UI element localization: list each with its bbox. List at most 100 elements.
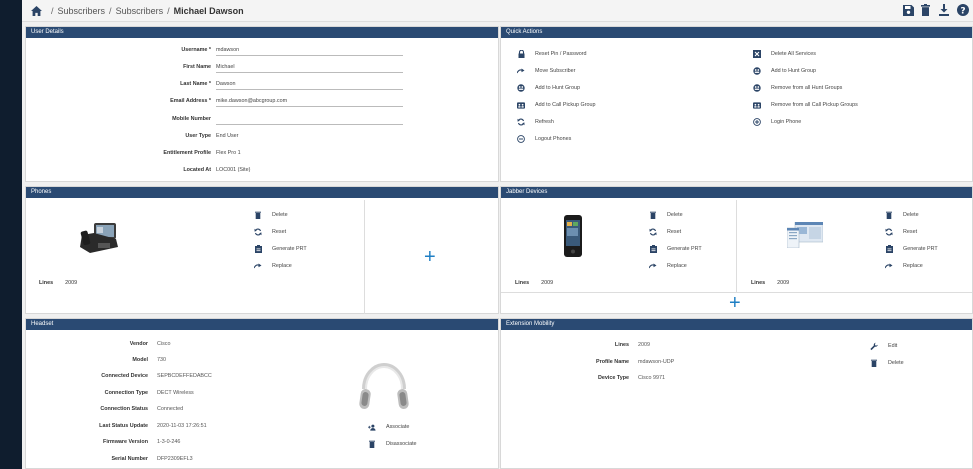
breadcrumb-separator: /	[109, 5, 112, 16]
jabber-2-reset-label: Reset	[903, 229, 918, 235]
delete-icon	[368, 440, 376, 448]
connected-device-label: Connected Device	[101, 373, 148, 379]
logout-phones-action[interactable]: Logout Phones	[517, 135, 571, 143]
delete-icon[interactable]	[921, 4, 932, 16]
jabber-1-generate-prt-action[interactable]: Generate PRT	[649, 245, 702, 253]
phone-delete-label: Delete	[272, 212, 288, 218]
jabber-1-reset-label: Reset	[667, 229, 682, 235]
wrench-icon	[870, 342, 878, 350]
breadcrumb-item-subscribers[interactable]: Subscribers	[58, 6, 106, 16]
user-type-label: User Type	[185, 133, 211, 139]
lock-icon	[517, 50, 525, 58]
jabber-2-generate-prt-action[interactable]: Generate PRT	[885, 245, 938, 253]
first-name-label: First Name	[183, 64, 211, 70]
remove-hunt-groups-action[interactable]: Remove from all Hunt Groups	[753, 84, 842, 92]
entitlement-label: Entitlement Profile	[163, 150, 211, 156]
login-phone-action[interactable]: Login Phone	[753, 118, 801, 126]
extension-mobility-title: Extension Mobility	[501, 319, 972, 330]
located-at-row: Located At LOC001 (Site)	[26, 165, 504, 177]
add-user-icon	[368, 423, 376, 431]
email-label: Email Address *	[170, 98, 211, 104]
phone-generate-prt-action[interactable]: Generate PRT	[254, 245, 307, 253]
delete-icon	[870, 359, 878, 367]
jabber-1-lines-label: Lines	[515, 280, 530, 286]
save-icon[interactable]	[903, 4, 914, 16]
download-icon[interactable]	[939, 4, 950, 16]
jabber-2-lines-value: 2009	[777, 280, 790, 286]
first-name-field[interactable]: Michael	[216, 64, 403, 73]
first-name-row: First Name Michael	[26, 62, 504, 74]
last-name-label: Last Name *	[180, 81, 211, 87]
breadcrumb-item-subscribers-2[interactable]: Subscribers	[116, 6, 164, 16]
em-delete-action[interactable]: Delete	[870, 359, 904, 367]
remove-pickup-groups-action[interactable]: Remove from all Call Pickup Groups	[753, 101, 858, 109]
delete-all-services-label: Delete All Services	[771, 51, 816, 57]
associate-action[interactable]: Associate	[368, 423, 409, 431]
last-name-row: Last Name * Dawson	[26, 79, 504, 91]
reset-pin-action[interactable]: Reset Pin / Password	[517, 50, 587, 58]
move-subscriber-action[interactable]: Move Subscriber	[517, 67, 575, 75]
delete-all-services-action[interactable]: Delete All Services	[753, 50, 816, 58]
mobile-label: Mobile Number	[172, 116, 211, 122]
jabber-devices-title: Jabber Devices	[501, 187, 972, 198]
refresh-icon	[649, 228, 657, 236]
phone-replace-label: Replace	[272, 263, 292, 269]
delete-icon	[254, 211, 262, 219]
home-icon[interactable]	[31, 5, 42, 16]
jabber-divider	[736, 200, 737, 292]
username-label: Username *	[181, 47, 211, 53]
jabber-1-replace-action[interactable]: Replace	[649, 262, 687, 270]
em-edit-action[interactable]: Edit	[870, 342, 897, 350]
jabber-2-delete-action[interactable]: Delete	[885, 211, 919, 219]
mobile-field[interactable]	[216, 116, 403, 125]
em-lines-value: 2009	[638, 342, 650, 348]
add-hunt-group-action[interactable]: Add to Hunt Group	[517, 84, 580, 92]
connection-type-label: Connection Type	[104, 390, 148, 396]
logout-phones-label: Logout Phones	[535, 136, 572, 142]
serial-number-label: Serial Number	[111, 456, 148, 462]
phone-generate-prt-label: Generate PRT	[272, 246, 307, 252]
jabber-2-lines-label: Lines	[751, 280, 766, 286]
jabber-2-reset-action[interactable]: Reset	[885, 228, 917, 236]
breadcrumb-separator: /	[167, 5, 170, 16]
jabber-2-replace-action[interactable]: Replace	[885, 262, 923, 270]
last-name-field[interactable]: Dawson	[216, 81, 403, 90]
app-window: / Subscribers / Subscribers / Michael Da…	[22, 0, 973, 469]
model-label: Model	[132, 357, 148, 363]
jabber-1-delete-action[interactable]: Delete	[649, 211, 683, 219]
vendor-label: Vendor	[129, 341, 148, 347]
jabber-desktop-image	[787, 222, 823, 248]
clipboard-icon	[649, 245, 657, 253]
jabber-1-reset-action[interactable]: Reset	[649, 228, 681, 236]
jabber-2-delete-label: Delete	[903, 212, 919, 218]
clipboard-icon	[254, 245, 262, 253]
jabber-1-replace-label: Replace	[667, 263, 687, 269]
hunt-group-icon	[517, 84, 525, 92]
user-type-value: End User	[216, 133, 239, 139]
firmware-version-label: Firmware Version	[103, 439, 148, 445]
add-pickup-group-action[interactable]: Add to Call Pickup Group	[517, 101, 596, 109]
add-jabber-device-button[interactable]: +	[729, 293, 741, 313]
jabber-2-lines: Lines 2009	[751, 280, 789, 286]
add-phone-button[interactable]: +	[424, 247, 436, 267]
located-at-value: LOC001 (Site)	[216, 167, 251, 173]
jabber-1-generate-prt-label: Generate PRT	[667, 246, 702, 252]
username-field[interactable]: mdawson	[216, 47, 403, 56]
phone-reset-label: Reset	[272, 229, 287, 235]
phone-reset-action[interactable]: Reset	[254, 228, 286, 236]
phone-replace-action[interactable]: Replace	[254, 262, 292, 270]
phone-delete-action[interactable]: Delete	[254, 211, 288, 219]
username-row: Username * mdawson	[26, 45, 504, 57]
breadcrumb-separator: /	[51, 5, 54, 16]
move-arrow-icon	[649, 262, 657, 270]
user-type-row: User Type End User	[26, 131, 504, 143]
refresh-action[interactable]: Refresh	[517, 118, 554, 126]
jabber-2-generate-prt-label: Generate PRT	[903, 246, 938, 252]
breadcrumb-current: Michael Dawson	[173, 5, 244, 16]
svg-text:?: ?	[960, 6, 965, 16]
help-icon[interactable]: ?	[957, 4, 969, 16]
email-field[interactable]: mike.dawson@abcgroup.com	[216, 98, 403, 107]
add-hunt-group-2-action[interactable]: Add to Hunt Group	[753, 67, 816, 75]
hunt-group-icon	[753, 84, 761, 92]
disassociate-action[interactable]: Disassociate	[368, 440, 417, 448]
